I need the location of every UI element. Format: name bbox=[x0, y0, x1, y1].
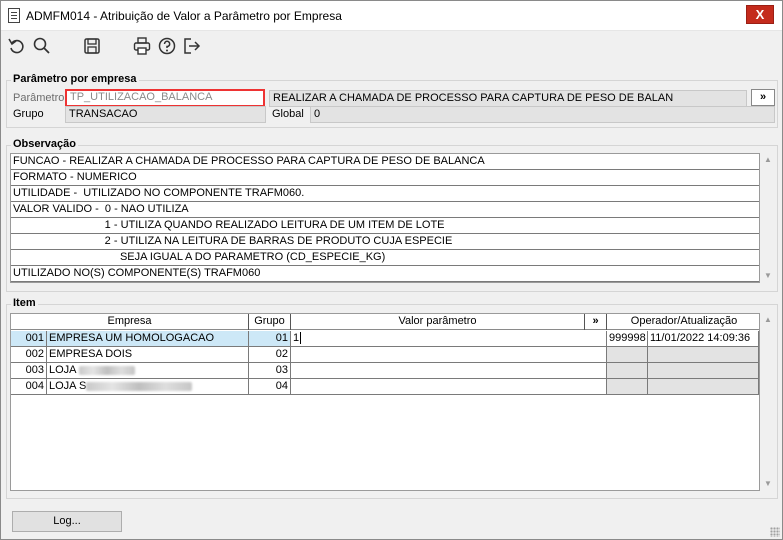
observacao-line: 1 - UTILIZA QUANDO REALIZADO LEITURA DE … bbox=[11, 218, 759, 234]
cell-empresa: LOJA bbox=[47, 363, 249, 379]
cell-codigo: 003 bbox=[11, 363, 47, 379]
undo-icon[interactable] bbox=[7, 36, 27, 56]
resize-grip-icon[interactable] bbox=[770, 527, 780, 537]
cell-empresa: EMPRESA DOIS bbox=[47, 347, 249, 363]
col-empresa[interactable]: Empresa bbox=[11, 314, 249, 330]
cell-empresa-text: LOJA bbox=[49, 364, 76, 376]
param-group-legend: Parâmetro por empresa bbox=[11, 73, 139, 85]
cell-operador: 999998 bbox=[607, 331, 648, 347]
exit-icon[interactable] bbox=[182, 36, 202, 56]
grupo-field: TRANSACAO bbox=[65, 106, 266, 123]
cell-codigo: 001 bbox=[11, 331, 47, 347]
observacao-scrollbar[interactable]: ▲ ▼ bbox=[761, 153, 775, 283]
search-icon[interactable] bbox=[32, 36, 52, 56]
observacao-list: FUNCAO - REALIZAR A CHAMADA DE PROCESSO … bbox=[10, 153, 760, 283]
help-icon[interactable] bbox=[157, 36, 177, 56]
close-button[interactable]: X bbox=[746, 5, 774, 24]
scroll-up-icon[interactable]: ▲ bbox=[761, 153, 775, 167]
col-valor[interactable]: Valor parâmetro bbox=[291, 314, 585, 330]
redacted-text bbox=[78, 365, 135, 375]
parametro-input[interactable]: TP_UTILIZACAO_BALANCA bbox=[65, 89, 265, 107]
cell-codigo: 004 bbox=[11, 379, 47, 395]
cell-grupo: 02 bbox=[249, 347, 291, 363]
save-icon[interactable] bbox=[82, 36, 102, 56]
scroll-up-icon[interactable]: ▲ bbox=[761, 313, 775, 327]
observacao-legend: Observação bbox=[11, 138, 78, 150]
col-valor-expand-button[interactable]: » bbox=[585, 314, 607, 330]
table-row[interactable]: 001 EMPRESA UM HOMOLOGACAO 01 1 999998 1… bbox=[11, 331, 759, 347]
global-label: Global bbox=[272, 108, 304, 120]
cell-valor-input[interactable]: 1 bbox=[291, 331, 607, 347]
scroll-down-icon[interactable]: ▼ bbox=[761, 477, 775, 491]
global-field: 0 bbox=[310, 106, 775, 123]
cell-operador bbox=[607, 379, 648, 395]
log-button[interactable]: Log... bbox=[12, 511, 122, 532]
table-row[interactable]: 003 LOJA 03 bbox=[11, 363, 759, 379]
item-legend: Item bbox=[11, 297, 38, 309]
observacao-line: 2 - UTILIZA NA LEITURA DE BARRAS DE PROD… bbox=[11, 234, 759, 250]
observacao-line: VALOR VALIDO - 0 - NAO UTILIZA bbox=[11, 202, 759, 218]
redacted-text bbox=[86, 381, 193, 391]
print-icon[interactable] bbox=[132, 36, 152, 56]
cell-valor-input[interactable] bbox=[291, 379, 607, 395]
col-operador[interactable]: Operador/Atualização bbox=[607, 314, 761, 330]
toolbar bbox=[1, 32, 782, 60]
parametro-description: REALIZAR A CHAMADA DE PROCESSO PARA CAPT… bbox=[269, 90, 747, 107]
observacao-line: SEJA IGUAL A DO PARAMETRO (CD_ESPECIE_KG… bbox=[11, 250, 759, 266]
observacao-line: FORMATO - NUMERICO bbox=[11, 170, 759, 186]
cell-atualizacao bbox=[648, 363, 759, 379]
item-table-header: Empresa Grupo Valor parâmetro » Operador… bbox=[11, 314, 759, 330]
cell-codigo: 002 bbox=[11, 347, 47, 363]
item-scrollbar[interactable]: ▲ ▼ bbox=[761, 313, 775, 491]
title-bar: ADMFM014 - Atribuição de Valor a Parâmet… bbox=[1, 1, 782, 31]
app-window: ADMFM014 - Atribuição de Valor a Parâmet… bbox=[0, 0, 783, 540]
observacao-line: UTILIDADE - UTILIZADO NO COMPONENTE TRAF… bbox=[11, 186, 759, 202]
cell-empresa: EMPRESA UM HOMOLOGACAO bbox=[47, 331, 249, 347]
scroll-down-icon[interactable]: ▼ bbox=[761, 269, 775, 283]
grupo-label: Grupo bbox=[13, 108, 44, 120]
cell-operador bbox=[607, 347, 648, 363]
observacao-line: FUNCAO - REALIZAR A CHAMADA DE PROCESSO … bbox=[11, 154, 759, 170]
cell-atualizacao bbox=[648, 379, 759, 395]
cell-valor-input[interactable] bbox=[291, 363, 607, 379]
cell-empresa-text: LOJA S bbox=[49, 380, 87, 392]
document-icon bbox=[8, 8, 20, 23]
observacao-line: UTILIZADO NO(S) COMPONENTE(S) TRAFM060 bbox=[11, 266, 759, 282]
table-row[interactable]: 004 LOJA S 04 bbox=[11, 379, 759, 395]
table-row[interactable]: 002 EMPRESA DOIS 02 bbox=[11, 347, 759, 363]
cell-empresa: LOJA S bbox=[47, 379, 249, 395]
parametro-label: Parâmetro bbox=[13, 92, 65, 104]
text-cursor bbox=[300, 332, 302, 345]
window-title: ADMFM014 - Atribuição de Valor a Parâmet… bbox=[26, 9, 342, 23]
cell-atualizacao: 11/01/2022 14:09:36 bbox=[648, 331, 759, 347]
cell-grupo: 04 bbox=[249, 379, 291, 395]
item-table: Empresa Grupo Valor parâmetro » Operador… bbox=[10, 313, 760, 491]
cell-grupo: 03 bbox=[249, 363, 291, 379]
cell-valor-input[interactable] bbox=[291, 347, 607, 363]
parametro-lookup-button[interactable]: » bbox=[751, 89, 775, 106]
cell-grupo: 01 bbox=[249, 331, 291, 347]
cell-valor-text: 1 bbox=[293, 332, 300, 344]
cell-atualizacao bbox=[648, 347, 759, 363]
cell-operador bbox=[607, 363, 648, 379]
col-grupo[interactable]: Grupo bbox=[249, 314, 291, 330]
